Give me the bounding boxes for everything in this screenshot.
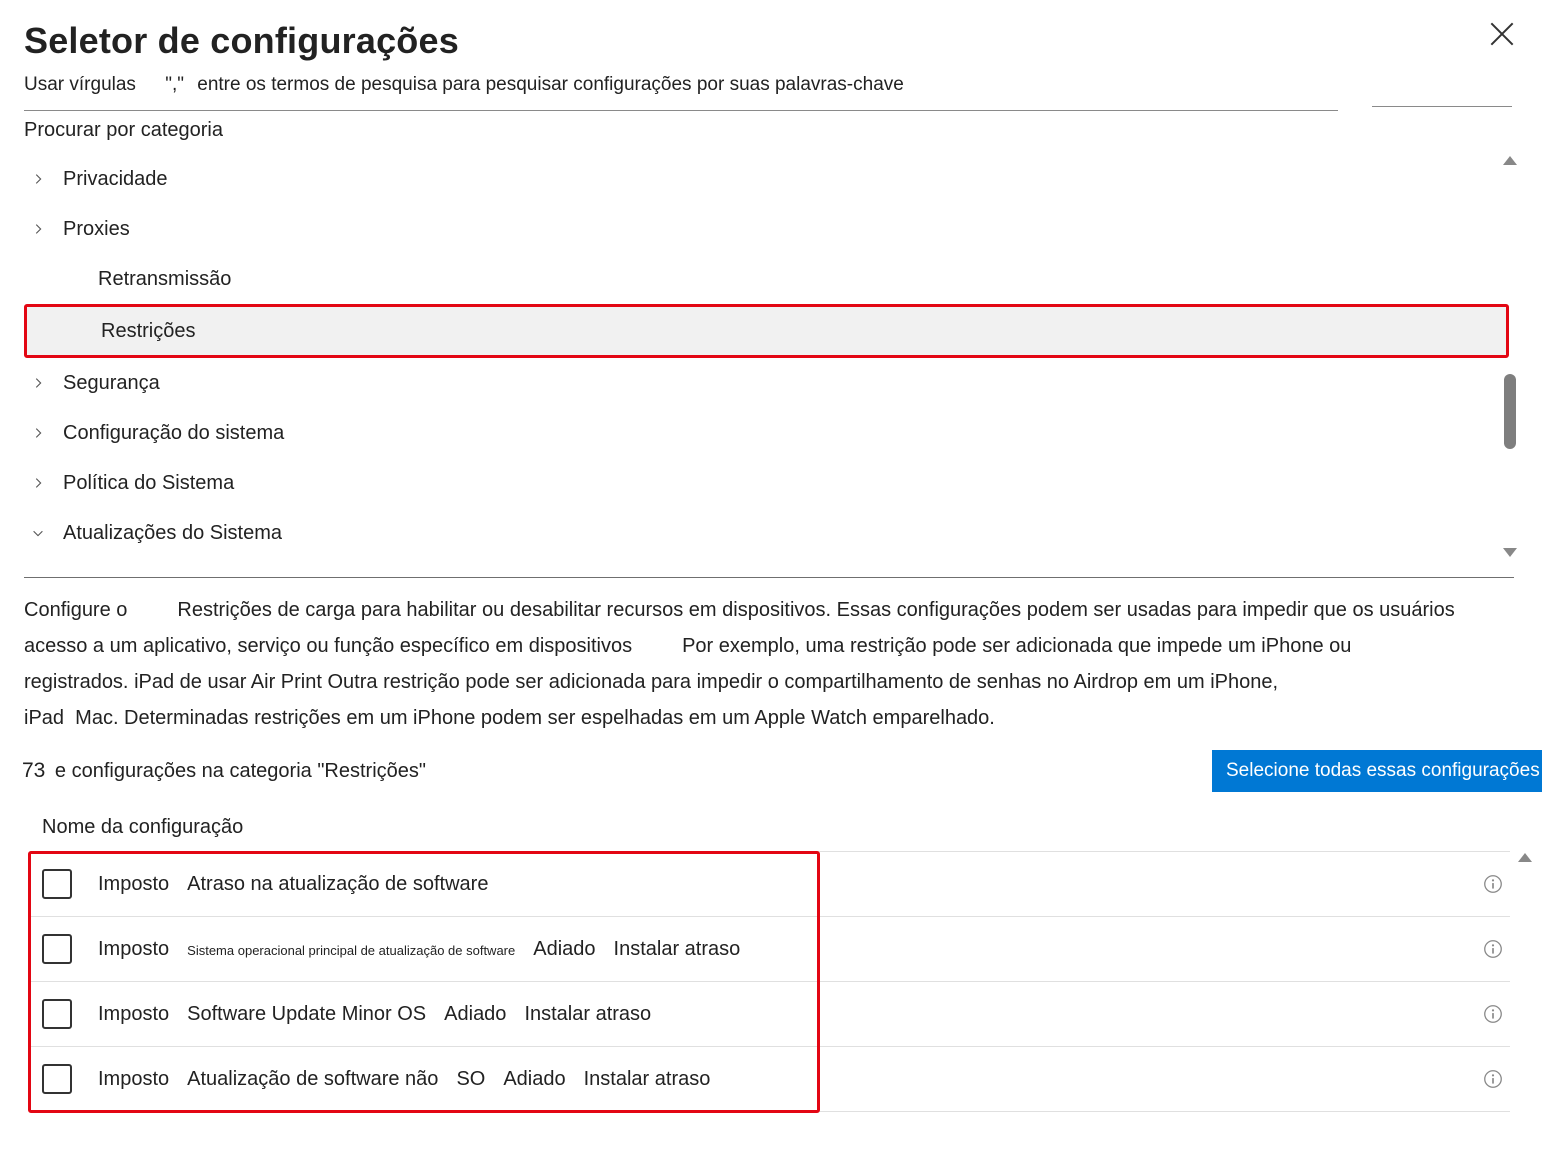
setting-row: Imposto Atraso na atualização de software <box>30 851 1510 916</box>
setting-checkbox[interactable] <box>42 934 72 964</box>
setting-label: Imposto Software Update Minor OS Adiado Ins… <box>98 1003 1482 1026</box>
category-item-label: Configuração do sistema <box>63 422 284 445</box>
subtitle-quote: "," <box>141 74 192 95</box>
column-header-setting-name: Nome da configuração <box>0 792 1542 851</box>
desc-l2-s1: acesso a um aplicativo, serviço ou funçã… <box>24 635 632 657</box>
result-count-number: 73 <box>22 759 45 782</box>
setting-label-part: Instalar atraso <box>524 1003 651 1026</box>
result-count: 73 e configurações na categoria "Restriç… <box>22 759 426 783</box>
category-item-seguran-a[interactable]: Segurança <box>24 358 1509 408</box>
chevron-right-icon[interactable] <box>29 424 47 442</box>
setting-label-part: Adiado <box>444 1003 506 1026</box>
scroll-down-icon[interactable] <box>1503 548 1517 557</box>
desc-l1-s2: Restrições de carga para habilitar ou de… <box>177 599 1454 621</box>
divider-top-right <box>1372 106 1512 107</box>
page-title: Seletor de configurações <box>24 20 1518 62</box>
close-icon <box>1486 18 1518 50</box>
desc-l3-s1: registrados. <box>24 671 129 693</box>
setting-label-part: Atraso na atualização de software <box>187 873 488 896</box>
setting-row: Imposto Software Update Minor OS Adiado Ins… <box>30 981 1510 1046</box>
scrollbar-thumb[interactable] <box>1504 374 1516 449</box>
setting-checkbox[interactable] <box>42 999 72 1029</box>
chevron-right-icon[interactable] <box>29 220 47 238</box>
setting-label-part: Instalar atraso <box>584 1068 711 1091</box>
category-item-label: Política do Sistema <box>63 472 234 495</box>
info-icon[interactable] <box>1482 1003 1504 1025</box>
setting-checkbox[interactable] <box>42 869 72 899</box>
category-item-retransmiss-o[interactable]: Retransmissão <box>24 254 1509 304</box>
desc-l4-s2: Mac. Determinadas restrições em um iPhon… <box>75 707 995 729</box>
settings-scrollbar[interactable] <box>1514 851 1536 1107</box>
info-icon[interactable] <box>1482 873 1504 895</box>
scroll-up-icon[interactable] <box>1518 853 1532 862</box>
desc-l3-s3: Outra restrição pode ser adicionada para… <box>328 671 1279 693</box>
category-item-label: Privacidade <box>63 168 168 191</box>
info-icon[interactable] <box>1482 1068 1504 1090</box>
category-item-label: Proxies <box>63 218 130 241</box>
setting-label-part: Adiado <box>503 1068 565 1091</box>
category-item-restri-es[interactable]: Restrições <box>24 304 1509 358</box>
chevron-right-icon[interactable] <box>29 474 47 492</box>
setting-label-part: Adiado <box>533 938 595 961</box>
category-item-label: Retransmissão <box>98 268 231 291</box>
result-count-text: e configurações na categoria "Restrições… <box>55 760 426 782</box>
select-all-button[interactable]: Selecione todas essas configurações <box>1212 750 1542 792</box>
setting-label-part: Imposto <box>98 1068 169 1091</box>
desc-l4-s1: iPad <box>24 707 64 729</box>
category-item-atualiza-es-do-sistema[interactable]: Atualizações do Sistema <box>24 508 1509 558</box>
setting-row: Imposto Atualização de software não SO Adia… <box>30 1046 1510 1112</box>
setting-checkbox[interactable] <box>42 1064 72 1094</box>
info-icon[interactable] <box>1482 938 1504 960</box>
setting-label-part: Instalar atraso <box>614 938 741 961</box>
divider-top-left <box>24 110 1338 111</box>
category-item-label: Restrições <box>101 320 195 343</box>
subtitle-seg1: Usar vírgulas <box>24 74 136 95</box>
setting-label: Imposto Sistema operacional principal de … <box>98 938 1482 961</box>
category-item-pol-tica-do-sistema[interactable]: Política do Sistema <box>24 458 1509 508</box>
setting-label-part: Software Update Minor OS <box>187 1003 426 1026</box>
category-item-configura-o-do-sistema[interactable]: Configuração do sistema <box>24 408 1509 458</box>
setting-label-part: Sistema operacional principal de atualiz… <box>187 943 515 958</box>
scroll-up-icon[interactable] <box>1503 156 1517 165</box>
browse-by-category-label: Procurar por categoria <box>0 119 1542 142</box>
chevron-right-icon[interactable] <box>29 170 47 188</box>
setting-row: Imposto Sistema operacional principal de … <box>30 916 1510 981</box>
setting-label: Imposto Atraso na atualização de software <box>98 873 1482 896</box>
setting-label-part: SO <box>456 1068 485 1091</box>
setting-label-part: Imposto <box>98 1003 169 1026</box>
category-scrollbar[interactable] <box>1499 154 1521 559</box>
category-item-label: Atualizações do Sistema <box>63 522 282 545</box>
desc-l1-s1: Configure o <box>24 599 127 621</box>
chevron-down-icon[interactable] <box>29 524 47 542</box>
chevron-right-icon[interactable] <box>29 374 47 392</box>
desc-l2-s2: Por exemplo, uma restrição pode ser adic… <box>682 635 1351 657</box>
category-item-proxies[interactable]: Proxies <box>24 204 1509 254</box>
subtitle-seg2: entre os termos de pesquisa para pesquis… <box>197 74 904 95</box>
category-description: Configure o Restrições de carga para hab… <box>0 578 1542 736</box>
setting-label-part: Imposto <box>98 938 169 961</box>
setting-label: Imposto Atualização de software não SO Adia… <box>98 1068 1482 1091</box>
close-button[interactable] <box>1486 18 1518 50</box>
desc-l3-s2: iPad de usar Air Print <box>134 671 322 693</box>
category-item-label: Segurança <box>63 372 160 395</box>
setting-label-part: Imposto <box>98 873 169 896</box>
category-item-privacidade[interactable]: Privacidade <box>24 154 1509 204</box>
setting-label-part: Atualização de software não <box>187 1068 438 1091</box>
page-subtitle: Usar vírgulas "," entre os termos de pes… <box>24 74 1518 96</box>
